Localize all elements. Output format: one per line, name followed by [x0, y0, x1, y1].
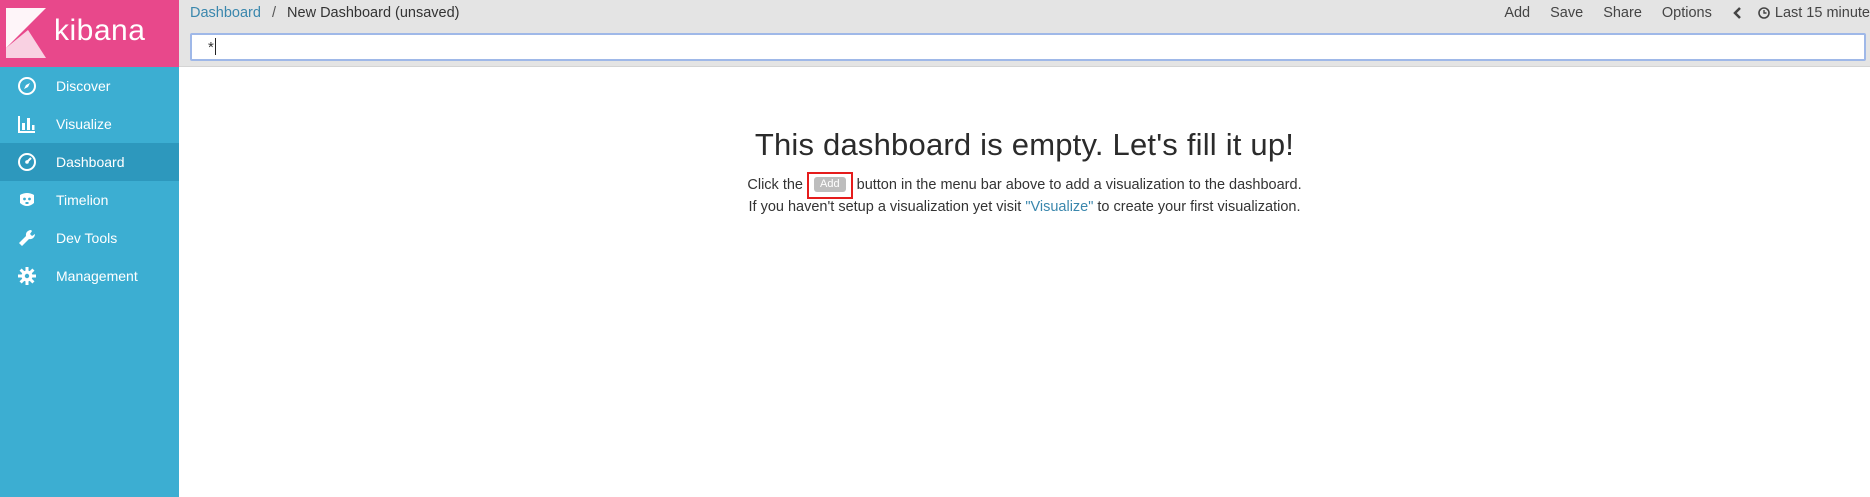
time-range-label: Last 15 minute: [1774, 5, 1870, 21]
text-caret: [214, 38, 216, 55]
sidebar-item-label: Visualize: [56, 116, 112, 132]
line2-suffix: to create your first visualization.: [1097, 199, 1301, 215]
breadcrumb-current: New Dashboard (unsaved): [287, 5, 460, 21]
empty-instructions-line1: Click the Add button in the menu bar abo…: [179, 171, 1870, 199]
sidebar-item-label: Dev Tools: [56, 230, 118, 246]
sidebar-item-visualize[interactable]: Visualize: [0, 105, 179, 143]
line1-prefix: Click the: [747, 177, 803, 193]
sidebar-item-label: Dashboard: [56, 154, 125, 170]
sidebar-nav: Discover Visualize Dashboard Timelion De…: [0, 67, 179, 295]
dashboard-main: This dashboard is empty. Let's fill it u…: [179, 67, 1870, 497]
top-bar: Dashboard / New Dashboard (unsaved) Add …: [179, 0, 1870, 67]
gear-icon: [16, 265, 38, 287]
breadcrumb: Dashboard / New Dashboard (unsaved): [190, 5, 460, 21]
compass-icon: [16, 75, 38, 97]
clock-icon: [1758, 7, 1770, 19]
timelion-icon: [16, 189, 38, 211]
sidebar-item-dev-tools[interactable]: Dev Tools: [0, 219, 179, 257]
sidebar-item-label: Timelion: [56, 192, 109, 208]
kibana-logo-mark-icon: [6, 8, 46, 58]
visualize-link[interactable]: "Visualize": [1025, 199, 1093, 215]
add-button[interactable]: Add: [1504, 5, 1530, 21]
time-picker[interactable]: Last 15 minute: [1758, 5, 1870, 21]
search-input[interactable]: *: [190, 33, 1866, 61]
line1-suffix: button in the menu bar above to add a vi…: [856, 177, 1302, 193]
chevron-left-icon[interactable]: [1732, 7, 1742, 19]
empty-dashboard-title: This dashboard is empty. Let's fill it u…: [754, 127, 1295, 162]
line2-prefix: If you haven't setup a visualization yet…: [748, 199, 1022, 215]
sidebar-item-management[interactable]: Management: [0, 257, 179, 295]
share-button[interactable]: Share: [1603, 5, 1642, 21]
sidebar-item-label: Management: [56, 268, 138, 284]
bar-chart-icon: [16, 113, 38, 135]
sidebar-item-timelion[interactable]: Timelion: [0, 181, 179, 219]
add-chip-button[interactable]: Add: [814, 176, 846, 192]
dashboard-icon: [16, 151, 38, 173]
logo-text: kibana: [54, 14, 146, 47]
sidebar-item-dashboard[interactable]: Dashboard: [0, 143, 179, 181]
empty-instructions-line2: If you haven't setup a visualization yet…: [179, 199, 1870, 215]
save-button[interactable]: Save: [1550, 5, 1583, 21]
sidebar: kibana Discover Visualize Dashboard Time…: [0, 0, 179, 497]
sidebar-item-discover[interactable]: Discover: [0, 67, 179, 105]
wrench-icon: [16, 227, 38, 249]
kibana-logo[interactable]: kibana: [0, 0, 179, 67]
highlight-box: Add: [807, 171, 853, 199]
options-button[interactable]: Options: [1662, 5, 1712, 21]
breadcrumb-dashboard-link[interactable]: Dashboard: [190, 5, 261, 21]
top-menu: Add Save Share Options Last 15 minute: [1504, 5, 1870, 21]
sidebar-item-label: Discover: [56, 78, 111, 94]
query-value: *: [208, 39, 214, 56]
breadcrumb-separator: /: [271, 5, 276, 21]
